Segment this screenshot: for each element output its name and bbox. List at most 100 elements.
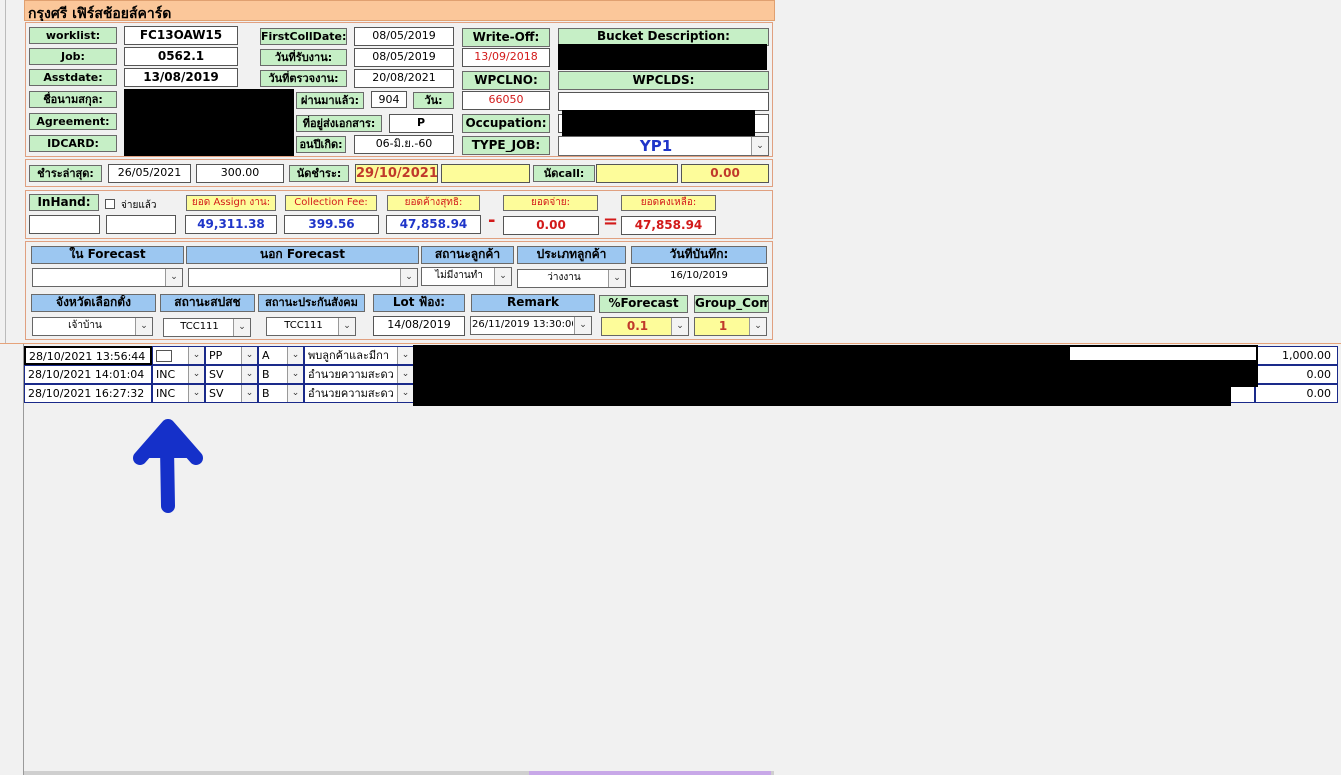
chevron-down-icon[interactable]: ⌄ — [338, 318, 355, 335]
assign-value-field[interactable]: 49,311.38 — [185, 215, 277, 234]
chevron-down-icon[interactable]: ⌄ — [671, 318, 688, 335]
log-grade-cell[interactable]: B ⌄ — [258, 384, 304, 403]
chevron-down-icon[interactable]: ⌄ — [287, 366, 303, 383]
chevron-down-icon[interactable]: ⌄ — [397, 385, 413, 402]
log-code-cell[interactable]: INC ⌄ — [152, 365, 205, 384]
last-payment-amount-field[interactable]: 300.00 — [196, 164, 284, 183]
chevron-down-icon[interactable]: ⌄ — [241, 385, 257, 402]
province-value: เจ้าบ้าน — [68, 320, 102, 331]
chevron-down-icon[interactable]: ⌄ — [287, 385, 303, 402]
chevron-down-icon[interactable]: ⌄ — [397, 347, 413, 364]
chevron-down-icon[interactable]: ⌄ — [135, 318, 152, 335]
address-field[interactable]: P — [389, 114, 453, 133]
province-dropdown[interactable]: เจ้าบ้าน ⌄ — [32, 317, 153, 336]
passed-days-label: ผ่านมาแล้ว: — [296, 92, 364, 109]
in-forecast-dropdown[interactable]: ⌄ — [32, 268, 183, 287]
customer-status-dropdown[interactable]: ไม่มีงานทำ ⌄ — [421, 267, 512, 286]
log-amount-cell[interactable]: 0.00 — [1255, 384, 1338, 403]
log-code-cell[interactable]: INC ⌄ — [152, 384, 205, 403]
log-action-cell[interactable]: SV ⌄ — [205, 365, 258, 384]
call-date-field[interactable] — [596, 164, 678, 183]
chevron-down-icon[interactable]: ⌄ — [400, 269, 417, 286]
log-action-cell[interactable]: PP ⌄ — [205, 346, 258, 365]
remark-dropdown[interactable]: 26/11/2019 13:30:00 ⌄ — [470, 316, 592, 335]
spsc-status-value: TCC111 — [180, 321, 219, 332]
redacted-customer-info — [124, 89, 294, 156]
typejob-dropdown[interactable]: YP1 ⌄ — [558, 136, 769, 156]
last-payment-label: ชำระล่าสุด: — [29, 165, 102, 182]
fee-value-field[interactable]: 399.56 — [284, 215, 379, 234]
log-grade-cell[interactable]: A ⌄ — [258, 346, 304, 365]
log-code-cell[interactable]: ⌄ — [152, 346, 205, 365]
chevron-down-icon[interactable]: ⌄ — [241, 366, 257, 383]
passed-days-field[interactable]: 904 — [371, 91, 407, 108]
net-value-field[interactable]: 47,858.94 — [386, 215, 481, 234]
log-amount-cell[interactable]: 1,000.00 — [1255, 346, 1338, 365]
calendar-icon[interactable] — [156, 350, 172, 362]
paid-value-field[interactable]: 0.00 — [503, 216, 599, 235]
log-datetime-cell[interactable]: 28/10/2021 14:01:04 — [24, 365, 152, 384]
customer-type-dropdown[interactable]: ว่างงาน ⌄ — [517, 269, 626, 288]
chevron-down-icon[interactable]: ⌄ — [397, 366, 413, 383]
firstcolldate-field[interactable]: 08/05/2019 — [354, 27, 454, 46]
out-forecast-dropdown[interactable]: ⌄ — [188, 268, 418, 287]
record-date-field[interactable]: 16/10/2019 — [630, 267, 768, 287]
inhand-field-1[interactable] — [29, 215, 100, 234]
log-note-cell[interactable]: อำนวยความสะดว ⌄ — [304, 365, 414, 384]
asstdate-field[interactable]: 13/08/2019 — [124, 68, 238, 87]
group-com-dropdown[interactable]: 1 ⌄ — [694, 317, 767, 336]
worklist-label: worklist: — [29, 27, 117, 44]
social-security-dropdown[interactable]: TCC111 ⌄ — [266, 317, 356, 336]
in-forecast-label: ใน Forecast — [31, 246, 184, 264]
spsc-status-label: สถานะสปสช — [160, 294, 255, 312]
lot-field[interactable]: 14/08/2019 — [373, 316, 465, 336]
chevron-down-icon[interactable]: ⌄ — [188, 347, 204, 364]
chevron-down-icon[interactable]: ⌄ — [233, 319, 250, 336]
bottom-tab-strip — [24, 771, 774, 775]
appoint-date-field[interactable]: 29/10/2021 — [355, 164, 438, 183]
wpclno-field[interactable]: 66050 — [462, 91, 550, 110]
name-label: ชื่อนามสกุล: — [29, 91, 117, 108]
job-field[interactable]: 0562.1 — [124, 47, 238, 66]
appoint-extra-field[interactable] — [441, 164, 530, 183]
chevron-down-icon[interactable]: ⌄ — [188, 385, 204, 402]
log-amount-cell[interactable]: 0.00 — [1255, 365, 1338, 384]
paid-checkbox[interactable] — [105, 199, 115, 209]
minus-sign: - — [488, 210, 496, 231]
spsc-status-dropdown[interactable]: TCC111 ⌄ — [163, 318, 251, 337]
log-action-cell[interactable]: SV ⌄ — [205, 384, 258, 403]
writeoff-field[interactable]: 13/09/2018 — [462, 48, 550, 67]
worklist-field[interactable]: FC13OAW15 — [124, 26, 238, 45]
check-date-field[interactable]: 20/08/2021 — [354, 69, 454, 88]
inhand-field-2[interactable] — [106, 215, 176, 234]
log-datetime-cell[interactable]: 28/10/2021 16:27:32 — [24, 384, 152, 403]
wpclds-field[interactable] — [558, 92, 769, 111]
log-datetime-cell[interactable]: 28/10/2021 13:56:44 — [24, 346, 152, 365]
inhand-label: InHand: — [29, 194, 99, 211]
chevron-down-icon[interactable]: ⌄ — [751, 137, 768, 155]
bottom-tab-active[interactable] — [529, 771, 771, 775]
pct-forecast-dropdown[interactable]: 0.1 ⌄ — [601, 317, 689, 336]
receive-date-field[interactable]: 08/05/2019 — [354, 48, 454, 67]
birth-field[interactable]: 06-มิ.ย.-60 — [354, 135, 454, 154]
record-date-label: วันที่บันทึก: — [631, 246, 767, 264]
chevron-down-icon[interactable]: ⌄ — [574, 317, 591, 334]
job-label: Job: — [29, 48, 117, 65]
customer-type-label: ประเภทลูกค้า — [517, 246, 626, 264]
log-note-cell[interactable]: อำนวยความสะดว ⌄ — [304, 384, 414, 403]
chevron-down-icon[interactable]: ⌄ — [749, 318, 766, 335]
log-note-cell[interactable]: พบลูกค้าและมีกา ⌄ — [304, 346, 414, 365]
chevron-down-icon[interactable]: ⌄ — [287, 347, 303, 364]
chevron-down-icon[interactable]: ⌄ — [608, 270, 625, 287]
call-value-field[interactable]: 0.00 — [681, 164, 769, 183]
chevron-down-icon[interactable]: ⌄ — [188, 366, 204, 383]
log-grade-cell[interactable]: B ⌄ — [258, 365, 304, 384]
chevron-down-icon[interactable]: ⌄ — [494, 268, 511, 285]
last-payment-date-field[interactable]: 26/05/2021 — [108, 164, 191, 183]
remain-value-field[interactable]: 47,858.94 — [621, 216, 716, 235]
group-com-label: Group_Com — [694, 295, 769, 313]
chevron-down-icon[interactable]: ⌄ — [165, 269, 182, 286]
day-label: วัน: — [413, 92, 454, 109]
chevron-down-icon[interactable]: ⌄ — [241, 347, 257, 364]
grid-left-border — [23, 343, 24, 775]
